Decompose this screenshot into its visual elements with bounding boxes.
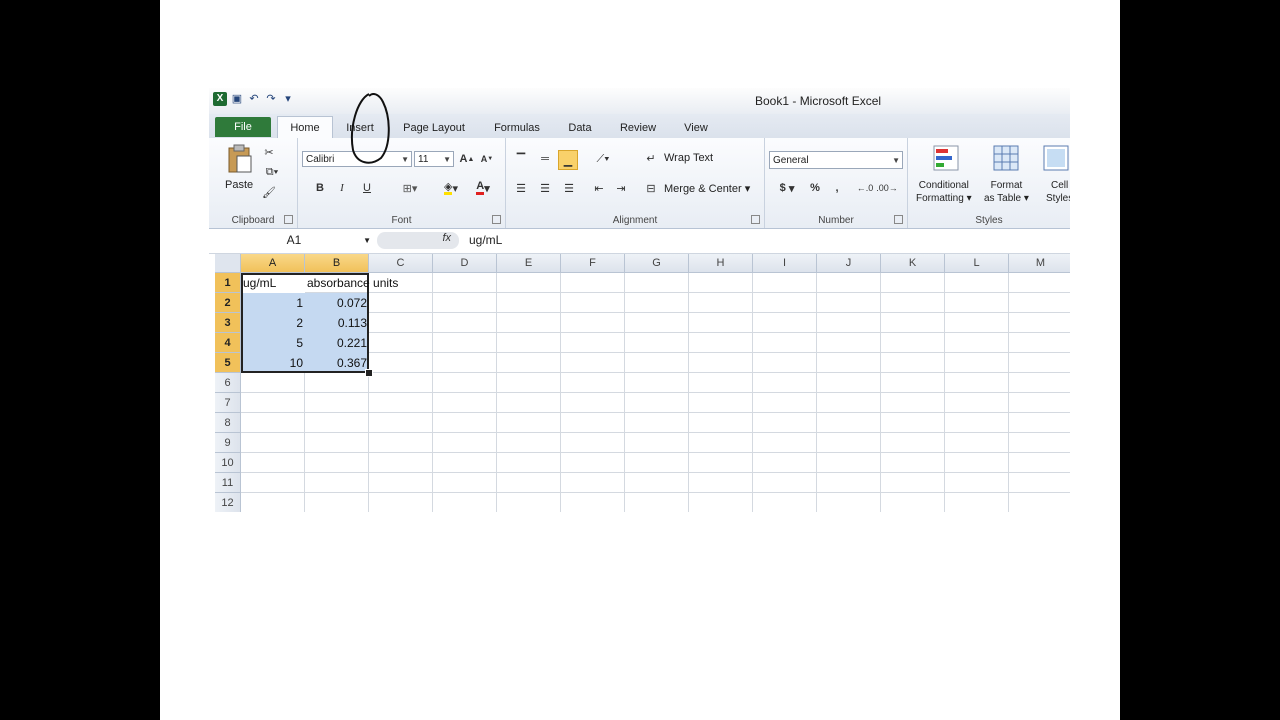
excel-window: X ▣ ↶ ↷ ▾ Book1 - Microsoft Excel File H… <box>209 88 1070 512</box>
pen-circle-annotation <box>351 93 390 164</box>
